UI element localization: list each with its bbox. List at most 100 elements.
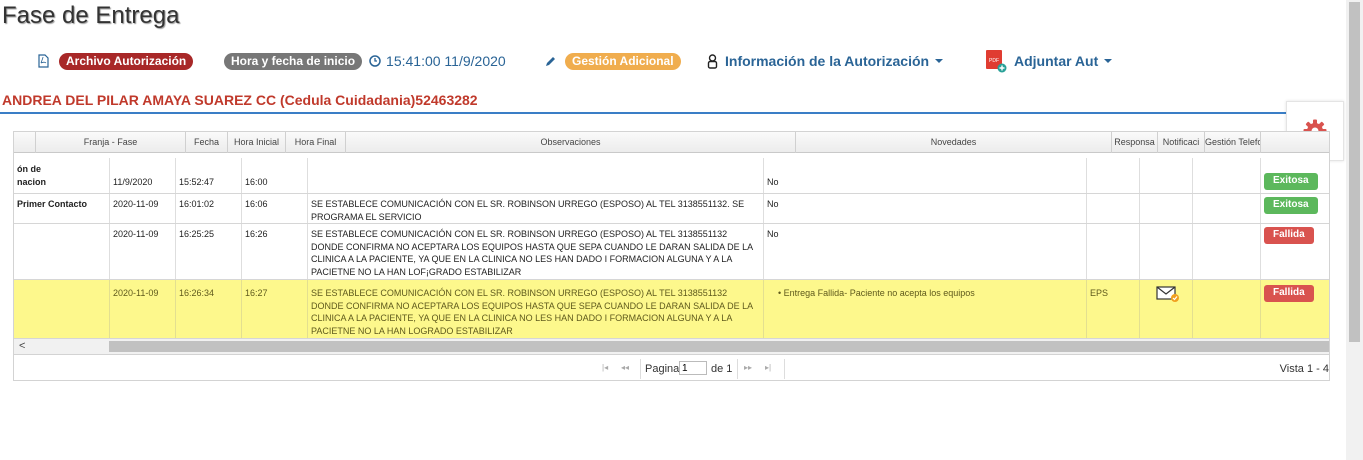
- chevron-down-icon: [1104, 59, 1113, 63]
- header-novedades[interactable]: Novedades: [796, 132, 1112, 153]
- email-notification-icon[interactable]: [1156, 285, 1180, 303]
- informacion-autorizacion-label[interactable]: Información de la Autorización: [725, 53, 929, 69]
- cell-observaciones: SE ESTABLECE COMUNICACIÓN CON EL SR. ROB…: [308, 224, 764, 279]
- cell-gestion-telefonica: [1193, 194, 1261, 223]
- cell-novedades: • Entrega Fallida- Paciente no acepta lo…: [764, 280, 1087, 338]
- header-gestion-telefonica[interactable]: Gestión Telefo: [1205, 132, 1261, 153]
- table-row[interactable]: ón de nacion 11/9/2020 15:52:47 16:00 No…: [14, 158, 1329, 194]
- cell-notificacion: [1140, 194, 1193, 223]
- horizontal-scrollbar-thumb[interactable]: [109, 341, 1329, 352]
- pager-divider: [640, 359, 641, 379]
- vertical-scrollbar[interactable]: [1346, 0, 1363, 460]
- hora-inicio-badge: Hora y fecha de inicio: [224, 52, 363, 70]
- status-badge: Fallida: [1264, 227, 1314, 244]
- chevron-left-icon[interactable]: <: [19, 339, 25, 354]
- hora-inicio: Hora y fecha de inicio 15:41:00 11/9/202…: [224, 50, 506, 72]
- status-badge: Fallida: [1264, 285, 1314, 302]
- archivo-autorizacion[interactable]: Archivo Autorización: [38, 50, 194, 72]
- cell-gestion-telefonica: [1193, 158, 1261, 193]
- cell-franja-fase: ón de nacion: [14, 158, 110, 193]
- pdf-file-icon[interactable]: [38, 54, 49, 68]
- horizontal-scrollbar[interactable]: <: [14, 339, 1329, 354]
- prev-page-icon[interactable]: ◂◂: [621, 363, 629, 372]
- cell-fecha: 2020-11-09: [110, 280, 176, 338]
- gestion-adicional[interactable]: Gestión Adicional: [544, 50, 681, 72]
- cell-franja-fase: [14, 280, 110, 338]
- header-hora-inicial[interactable]: Hora Inicial: [228, 132, 286, 153]
- table-row[interactable]: 2020-11-09 16:25:25 16:26 SE ESTABLECE C…: [14, 224, 1329, 280]
- novedad-item: Entrega Fallida- Paciente no acepta los …: [783, 288, 975, 298]
- adjuntar-aut-label[interactable]: Adjuntar Aut: [1014, 53, 1098, 69]
- archivo-autorizacion-badge[interactable]: Archivo Autorización: [59, 52, 194, 70]
- cell-novedades: No: [764, 158, 1087, 193]
- cell-notificacion: [1140, 224, 1193, 279]
- cell-notificacion: [1140, 158, 1193, 193]
- cell-hora-inicial: 16:25:25: [176, 224, 242, 279]
- last-page-icon[interactable]: ▸|: [765, 363, 771, 372]
- header-blank: [14, 132, 36, 153]
- pdf-add-icon: PDF: [985, 49, 1007, 73]
- deliveries-grid: Franja - Fase Fecha Hora Inicial Hora Fi…: [13, 131, 1330, 381]
- cell-hora-inicial: 15:52:47: [176, 158, 242, 193]
- table-row[interactable]: Primer Contacto 2020-11-09 16:01:02 16:0…: [14, 194, 1329, 224]
- grid-header: Franja - Fase Fecha Hora Inicial Hora Fi…: [14, 132, 1329, 153]
- cell-observaciones: SE ESTABLECE COMUNICACIÓN CON EL SR. ROB…: [308, 194, 764, 223]
- cell-fecha: 2020-11-09: [110, 224, 176, 279]
- cell-responsable: [1087, 158, 1140, 193]
- cell-hora-inicial: 16:26:34: [176, 280, 242, 338]
- informacion-autorizacion-dropdown[interactable]: Información de la Autorización: [707, 50, 944, 72]
- user-lock-icon: [707, 53, 718, 69]
- header-responsable[interactable]: Responsa: [1112, 132, 1158, 153]
- svg-text:PDF: PDF: [989, 58, 999, 64]
- adjuntar-aut-dropdown[interactable]: PDF Adjuntar Aut: [985, 49, 1113, 73]
- cell-franja-fase: Primer Contacto: [14, 194, 110, 223]
- cell-fecha: 2020-11-09: [110, 194, 176, 223]
- first-page-icon[interactable]: |◂: [602, 363, 608, 372]
- cell-franja-fase: [14, 224, 110, 279]
- cell-gestion-telefonica: [1193, 280, 1261, 338]
- cell-estado: Exitosa: [1261, 158, 1329, 193]
- cell-observaciones: [308, 158, 764, 193]
- cell-estado: Fallida: [1261, 224, 1329, 279]
- status-badge: Exitosa: [1264, 173, 1318, 190]
- table-row-selected[interactable]: 2020-11-09 16:26:34 16:27 SE ESTABLECE C…: [14, 280, 1329, 339]
- next-page-icon[interactable]: ▸▸: [744, 363, 752, 372]
- cell-hora-final: 16:27: [242, 280, 308, 338]
- header-hora-final[interactable]: Hora Final: [286, 132, 346, 153]
- gestion-adicional-badge[interactable]: Gestión Adicional: [565, 52, 681, 70]
- cell-estado: Exitosa: [1261, 194, 1329, 223]
- cell-responsable: EPS: [1087, 280, 1140, 338]
- cell-novedades: No: [764, 224, 1087, 279]
- header-fecha[interactable]: Fecha: [186, 132, 228, 153]
- cell-estado: Fallida: [1261, 280, 1329, 338]
- vertical-scrollbar-thumb[interactable]: [1349, 2, 1360, 342]
- status-badge: Exitosa: [1264, 197, 1318, 214]
- chevron-down-icon: [935, 59, 944, 63]
- pagina-label: Pagina: [645, 363, 680, 375]
- cell-novedades: No: [764, 194, 1087, 223]
- cell-hora-final: 16:06: [242, 194, 308, 223]
- header-notificacion[interactable]: Notificaci: [1158, 132, 1205, 153]
- pencil-icon[interactable]: [544, 55, 557, 68]
- cell-hora-final: 16:00: [242, 158, 308, 193]
- pager-divider: [784, 359, 785, 379]
- section-divider: [0, 112, 1340, 114]
- page-title: Fase de Entrega: [2, 2, 180, 29]
- pager-divider: [737, 359, 738, 379]
- clock-icon: [369, 55, 381, 67]
- page-input[interactable]: [679, 361, 707, 375]
- vista-label: Vista 1 - 4: [1279, 363, 1329, 375]
- cell-hora-inicial: 16:01:02: [176, 194, 242, 223]
- cell-gestion-telefonica: [1193, 224, 1261, 279]
- hora-inicio-value: 15:41:00 11/9/2020: [386, 53, 506, 69]
- de-label: de 1: [711, 363, 733, 375]
- header-franja-fase[interactable]: Franja - Fase: [36, 132, 186, 153]
- cell-responsable: [1087, 224, 1140, 279]
- toolbar: Archivo Autorización Hora y fecha de ini…: [0, 49, 1340, 73]
- cell-responsable: [1087, 194, 1140, 223]
- cell-fecha: 11/9/2020: [110, 158, 176, 193]
- cell-observaciones: SE ESTABLECE COMUNICACIÓN CON EL SR. ROB…: [308, 280, 764, 338]
- header-observaciones[interactable]: Observaciones: [346, 132, 796, 153]
- cell-notificacion[interactable]: [1140, 280, 1193, 338]
- patient-name: ANDREA DEL PILAR AMAYA SUAREZ CC (Cedula…: [2, 92, 478, 108]
